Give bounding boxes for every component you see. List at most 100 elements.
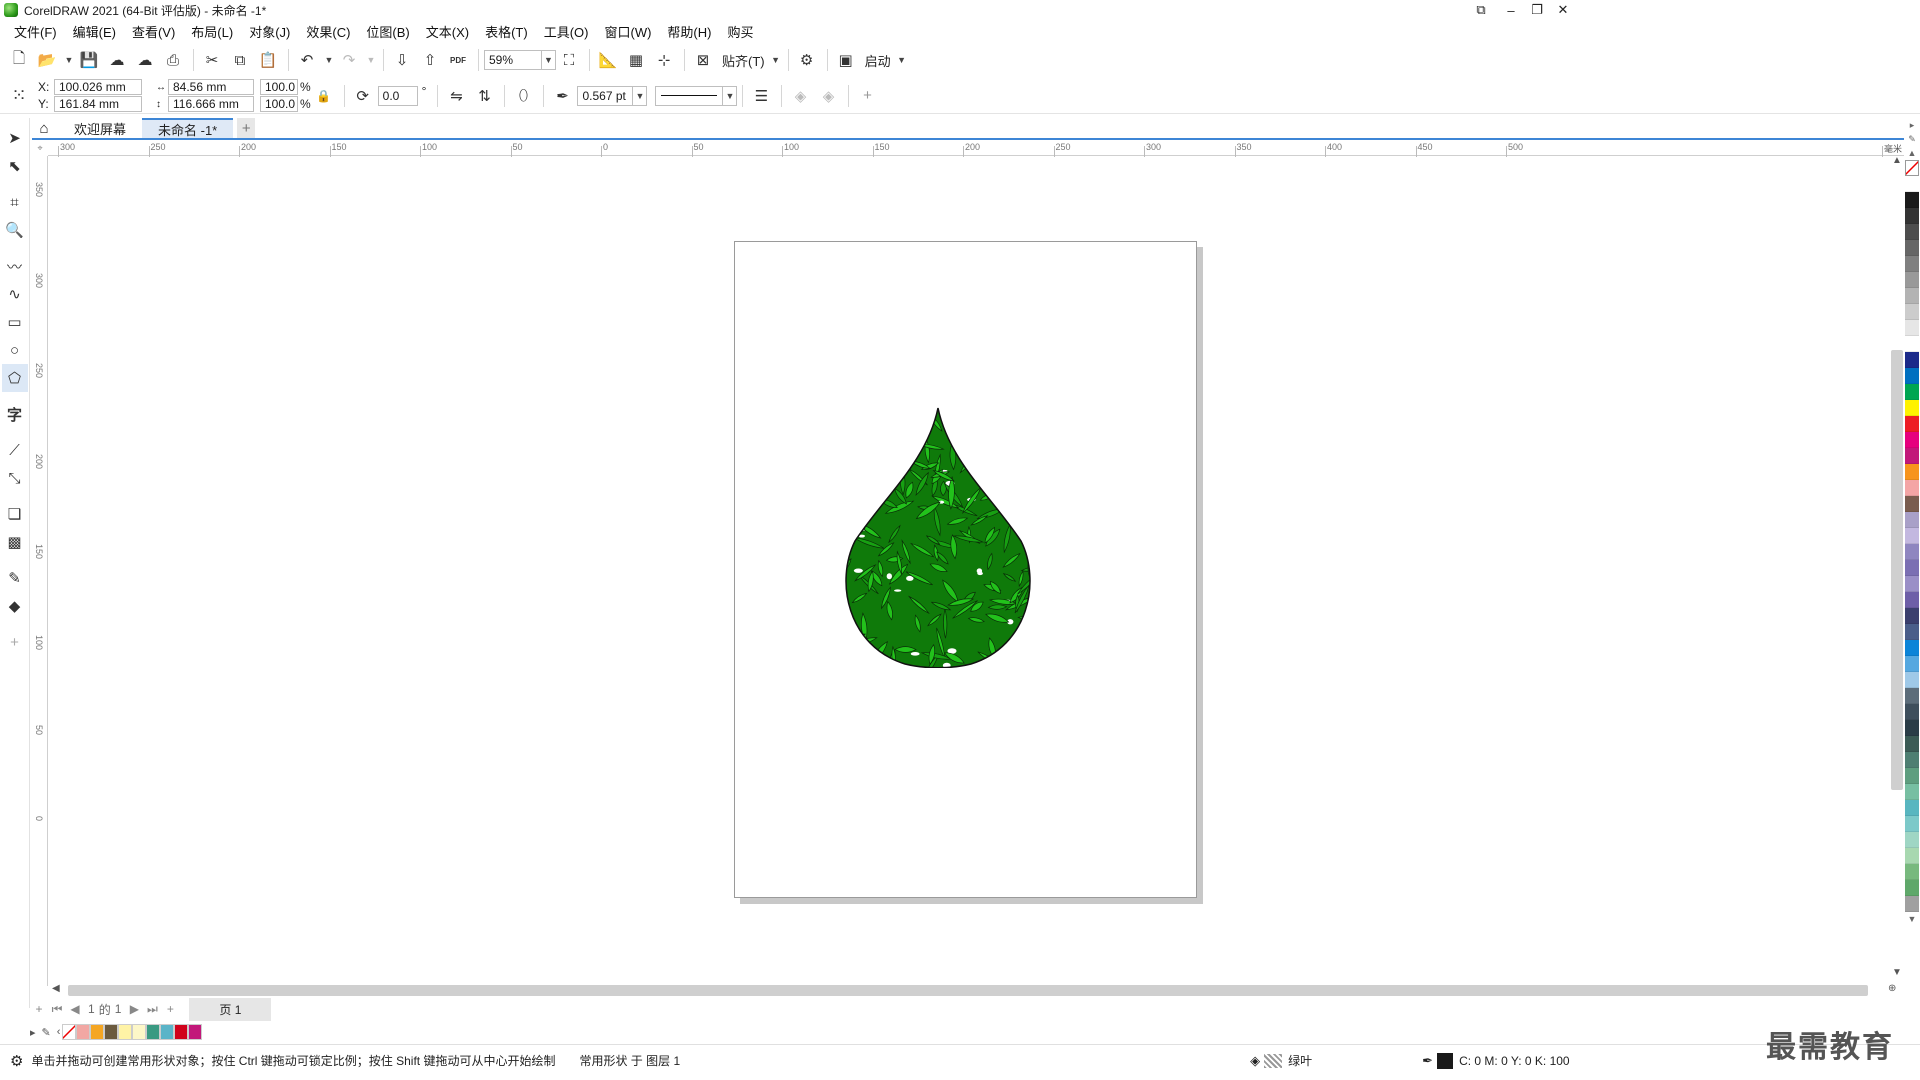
zoom-level-input[interactable]: 59% <box>484 50 542 70</box>
cloud-download-icon[interactable]: ☁ <box>104 47 130 73</box>
palette-scroll-up-icon[interactable]: ▲ <box>1908 146 1917 160</box>
palette-color-swatch[interactable] <box>1905 224 1919 240</box>
import-icon[interactable]: ⇩ <box>389 47 415 73</box>
print-icon[interactable]: ⎙ <box>160 47 186 73</box>
show-rulers-icon[interactable]: 📐 <box>595 47 621 73</box>
cloud-upload-icon[interactable]: ☁ <box>132 47 158 73</box>
next-page-icon[interactable]: ▶ <box>125 1002 143 1016</box>
transparency-tool-icon[interactable]: ▩ <box>2 528 28 556</box>
document-color-swatch[interactable] <box>118 1024 133 1040</box>
menu-bitmaps[interactable]: 位图(B) <box>358 22 417 41</box>
to-back-icon[interactable]: ◈ <box>815 83 841 109</box>
palette-color-swatch[interactable] <box>1905 624 1919 640</box>
palette-color-swatch[interactable] <box>1905 176 1919 192</box>
ellipse-tool-icon[interactable]: ○ <box>2 336 28 364</box>
add-page-after-icon[interactable]: + <box>161 1002 179 1016</box>
publish-pdf-icon[interactable]: PDF <box>445 47 471 73</box>
previous-page-icon[interactable]: ◀ <box>66 1002 84 1016</box>
rotation-icon[interactable]: ⟳ <box>350 83 376 109</box>
tab-untitled-1[interactable]: 未命名 -1* <box>142 118 234 138</box>
redo-icon[interactable]: ↷ <box>336 47 362 73</box>
palette-color-swatch[interactable] <box>1905 656 1919 672</box>
export-icon[interactable]: ⇧ <box>417 47 443 73</box>
new-document-icon[interactable]: 🗋 <box>6 47 32 73</box>
menu-help[interactable]: 帮助(H) <box>659 22 719 41</box>
palette-color-swatch[interactable] <box>1905 320 1919 336</box>
horizontal-ruler[interactable]: 毫米 300 250 200 150 100 50 0 50 100 150 200 250 300 35… <box>48 138 1904 158</box>
last-page-icon[interactable]: ⏭ <box>143 1002 161 1017</box>
paste-icon[interactable]: 📋 <box>255 47 281 73</box>
connector-tool-icon[interactable]: ⤡ <box>2 464 28 492</box>
mirror-vertical-icon[interactable]: ⇅ <box>471 83 497 109</box>
status-settings-gear-icon[interactable]: ⚙ <box>10 1052 23 1070</box>
ruler-origin-corner[interactable]: ⌖ <box>32 138 48 156</box>
rotation-angle-input[interactable]: 0.0 <box>377 85 418 106</box>
scroll-down-icon[interactable]: ▼ <box>1892 967 1902 978</box>
palette-color-swatch[interactable] <box>1905 272 1919 288</box>
open-icon[interactable]: 📂 <box>34 47 60 73</box>
palette-color-swatch[interactable] <box>1905 208 1919 224</box>
palette-color-swatch[interactable] <box>1905 784 1919 800</box>
undo-dropdown-icon[interactable]: ▼ <box>322 50 336 70</box>
open-dropdown-icon[interactable]: ▼ <box>62 50 76 70</box>
palette-eyedropper-icon[interactable]: ✎ <box>1908 132 1916 146</box>
scale-width-input[interactable]: 100.0 <box>260 79 298 95</box>
palette-color-swatch[interactable] <box>1905 896 1919 912</box>
palette-color-swatch[interactable] <box>1905 192 1919 208</box>
snap-dropdown-icon[interactable]: ▼ <box>769 50 783 70</box>
palette-color-swatch[interactable] <box>1905 736 1919 752</box>
horizontal-scroll-thumb[interactable] <box>68 985 1868 996</box>
copy-icon[interactable]: ⧉ <box>227 47 253 73</box>
outline-pen-icon[interactable]: ✒ <box>549 83 575 109</box>
palette-color-swatch[interactable] <box>1905 416 1919 432</box>
palette-color-swatch[interactable] <box>1905 448 1919 464</box>
palette-eyedropper-icon[interactable]: ✎ <box>42 1026 51 1039</box>
snap-off-icon[interactable]: ⊠ <box>690 47 716 73</box>
undo-icon[interactable]: ↶ <box>294 47 320 73</box>
to-front-icon[interactable]: ◈ <box>787 83 813 109</box>
drawing-canvas[interactable]: 中 <box>48 157 1904 982</box>
add-property-icon[interactable]: + <box>854 83 880 109</box>
document-color-swatch[interactable] <box>76 1024 91 1040</box>
width-input[interactable]: 84.56 mm <box>168 79 254 95</box>
line-style-dropdown-icon[interactable]: ▼ <box>723 85 738 106</box>
palette-color-swatch[interactable] <box>1905 480 1919 496</box>
page-tab-1[interactable]: 页 1 <box>189 997 272 1021</box>
menu-buy[interactable]: 购买 <box>719 22 761 41</box>
shape-palette-icon[interactable]: ⬯ <box>510 83 536 109</box>
palette-color-swatch[interactable] <box>1905 640 1919 656</box>
palette-color-swatch[interactable] <box>1905 464 1919 480</box>
vertical-scroll-thumb[interactable] <box>1891 350 1903 790</box>
scroll-up-icon[interactable]: ▲ <box>1892 155 1902 166</box>
palette-color-swatch[interactable] <box>1905 432 1919 448</box>
launch-dropdown-icon[interactable]: ▼ <box>895 50 909 70</box>
object-origin-icon[interactable]: ⁙ <box>6 83 32 109</box>
first-page-icon[interactable]: ⏮ <box>48 1002 66 1017</box>
palette-color-swatch[interactable] <box>1905 752 1919 768</box>
outline-width-input[interactable]: 0.567 pt <box>577 85 634 106</box>
add-tool-icon[interactable]: + <box>2 628 28 656</box>
palette-color-swatch[interactable] <box>1905 576 1919 592</box>
rectangle-tool-icon[interactable]: ▭ <box>2 308 28 336</box>
scale-height-input[interactable]: 100.0 <box>260 96 298 112</box>
zoom-corner-icon[interactable]: ⊕ <box>1888 983 1896 994</box>
palette-color-swatch[interactable] <box>1905 832 1919 848</box>
freehand-tool-icon[interactable]: 〰 <box>2 252 28 280</box>
document-color-swatch[interactable] <box>188 1024 203 1040</box>
leaf-filled-drop-shape[interactable] <box>841 406 1035 668</box>
horizontal-scrollbar[interactable]: ◀ ⊕ <box>48 982 1904 998</box>
outline-width-dropdown-icon[interactable]: ▼ <box>633 85 648 106</box>
palette-color-swatch[interactable] <box>1905 256 1919 272</box>
menu-window[interactable]: 窗口(W) <box>596 22 659 41</box>
palette-color-swatch[interactable] <box>1905 864 1919 880</box>
mirror-horizontal-icon[interactable]: ⇋ <box>443 83 469 109</box>
menu-file[interactable]: 文件(F) <box>6 22 65 41</box>
palette-color-swatch[interactable] <box>1905 688 1919 704</box>
drop-shadow-tool-icon[interactable]: ❏ <box>2 500 28 528</box>
menu-view[interactable]: 查看(V) <box>124 22 183 41</box>
cut-icon[interactable]: ✂ <box>199 47 225 73</box>
document-color-swatch[interactable] <box>160 1024 175 1040</box>
document-color-swatch[interactable] <box>146 1024 161 1040</box>
artistic-media-tool-icon[interactable]: ∿ <box>2 280 28 308</box>
options-gear-icon[interactable]: ⚙ <box>794 47 820 73</box>
